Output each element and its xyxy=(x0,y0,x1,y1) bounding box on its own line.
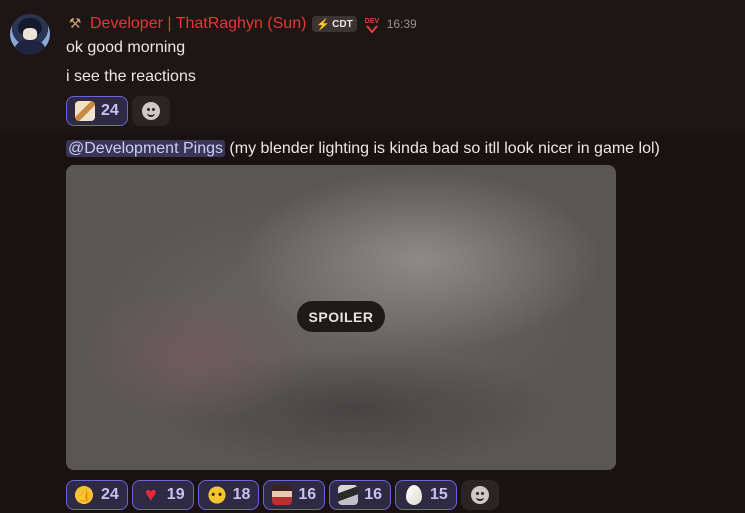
reaction-count: 18 xyxy=(232,486,251,503)
message-text: @Development Pings (my blender lighting … xyxy=(66,140,660,158)
dev-role-icon: DEV xyxy=(363,15,381,34)
red-heart-icon: ♥ xyxy=(144,484,157,506)
reaction-count: 19 xyxy=(166,486,185,503)
lightning-icon: ⚡ xyxy=(316,18,331,31)
egg-icon xyxy=(405,485,422,505)
hammer-icon: ⚒ xyxy=(68,16,82,32)
username[interactable]: Developer | ThatRaghyn (Sun) xyxy=(90,15,306,33)
reaction-button[interactable]: ♥ 19 xyxy=(131,480,194,510)
smiley-add-icon xyxy=(141,102,160,120)
message-line-2: i see the reactions xyxy=(66,68,196,85)
message-body: (my blender lighting is kinda bad so itl… xyxy=(224,140,660,157)
user-avatar[interactable] xyxy=(10,14,50,54)
reaction-button[interactable]: 16 xyxy=(329,480,391,510)
reaction-count: 24 xyxy=(101,486,119,503)
thumbs-up-icon: 👍 xyxy=(75,485,95,505)
timestamp: 16:39 xyxy=(386,17,417,31)
add-reaction-button[interactable] xyxy=(131,96,170,126)
message-header: ⚒ Developer | ThatRaghyn (Sun) ⚡ CDT DEV… xyxy=(66,13,417,35)
role-mention[interactable]: @Development Pings xyxy=(66,140,225,157)
smiley-add-icon xyxy=(470,486,489,504)
reaction-button[interactable]: 👍 24 xyxy=(66,480,128,510)
reaction-button[interactable]: 16 xyxy=(263,480,326,510)
reaction-bar-1: 24 xyxy=(66,96,170,126)
custom-emoji-person-icon xyxy=(338,485,359,505)
svg-text:DEV: DEV xyxy=(364,18,379,25)
server-tag[interactable]: ⚡ CDT xyxy=(312,16,357,32)
custom-emoji-face-icon xyxy=(272,485,293,505)
spoiler-label[interactable]: SPOILER xyxy=(297,301,385,332)
custom-emoji-sticker-icon xyxy=(75,101,95,121)
reaction-button[interactable]: • • 18 xyxy=(197,480,260,510)
reaction-count: 16 xyxy=(364,486,382,503)
add-reaction-button[interactable] xyxy=(460,480,499,510)
reaction-count: 24 xyxy=(101,102,119,119)
message-line-1: ok good morning xyxy=(66,39,186,56)
reaction-count: 16 xyxy=(298,486,317,503)
spoiler-image[interactable]: SPOILER xyxy=(66,165,616,470)
server-tag-label: CDT xyxy=(332,18,353,30)
reaction-button[interactable]: 15 xyxy=(394,480,457,510)
reaction-count: 15 xyxy=(429,486,448,503)
pleading-face-icon: • • xyxy=(206,485,227,505)
reaction-bar-2: 👍 24 ♥ 19 • • 18 16 16 15 xyxy=(66,480,499,510)
reaction-button[interactable]: 24 xyxy=(66,96,128,126)
